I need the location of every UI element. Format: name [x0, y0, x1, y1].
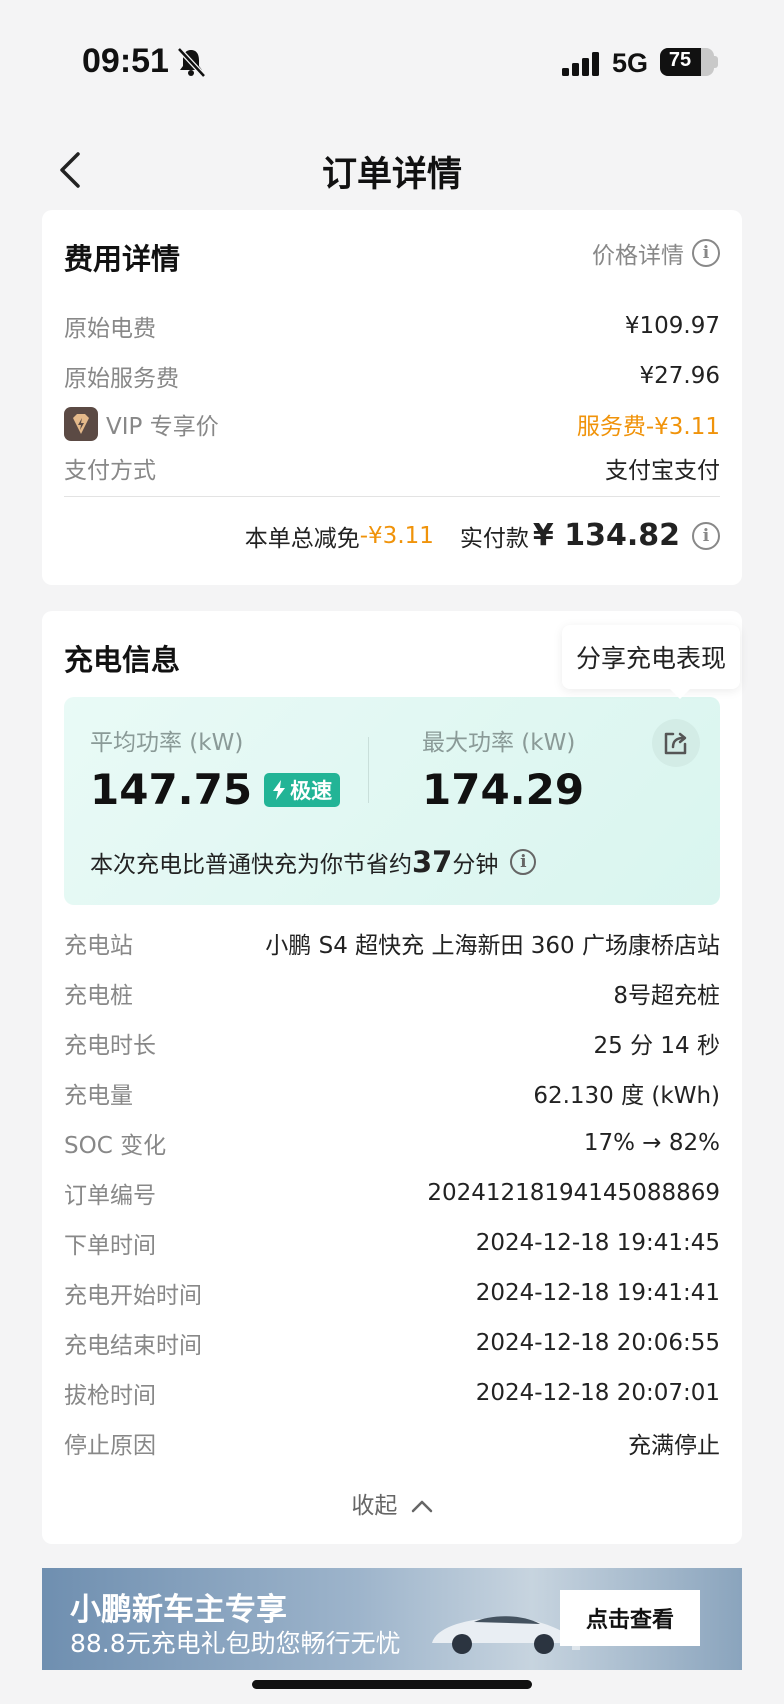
- info-row: 充电结束时间 2024-12-18 20:06:55: [64, 1325, 720, 1361]
- max-power-value: 174.29: [422, 765, 585, 814]
- info-row-label: 停止原因: [64, 1433, 156, 1459]
- info-row: 充电站 小鹏 S4 超快充 上海新田 360 广场康桥店站: [64, 925, 720, 961]
- view-button[interactable]: 点击查看: [560, 1590, 700, 1646]
- banner-subtitle: 88.8元充电礼包助您畅行无忧: [70, 1629, 401, 1658]
- total-row: 本单总减免 -¥3.11 实付款 ¥ 134.82 i: [245, 518, 720, 553]
- info-row: 充电量 62.130 度 (kWh): [64, 1075, 720, 1111]
- total-discount-label: 本单总减免: [244, 525, 360, 552]
- paid-amount: ¥ 134.82: [532, 518, 680, 553]
- fee-row-label: 支付方式: [64, 458, 156, 484]
- info-row: 下单时间 2024-12-18 19:41:45: [64, 1225, 720, 1261]
- info-row: 拔枪时间 2024-12-18 20:07:01: [64, 1375, 720, 1411]
- fee-row-value: ¥109.97: [624, 313, 720, 339]
- info-row-value: 62.130 度 (kWh): [533, 1083, 720, 1109]
- promo-banner[interactable]: 小鹏新车主专享 88.8元充电礼包助您畅行无忧 点击查看: [42, 1568, 742, 1670]
- banner-title: 小鹏新车主专享: [70, 1592, 287, 1628]
- payment-method-value: 支付宝支付: [605, 458, 720, 484]
- info-row-label: 充电站: [64, 933, 133, 959]
- avg-power: 平均功率 (kW) 147.75 极速: [90, 723, 341, 814]
- max-power-label: 最大功率 (kW): [422, 730, 576, 756]
- bell-muted-icon: [177, 47, 206, 78]
- status-time: 09:51: [82, 42, 169, 80]
- page-title: 订单详情: [321, 155, 462, 195]
- info-row-value: 2024-12-18 19:41:41: [475, 1280, 720, 1306]
- fee-row-value: ¥27.96: [639, 363, 720, 389]
- fee-details-card: 费用详情 价格详情 i 原始电费 ¥109.97 原始服务费 ¥27.96 VI…: [42, 210, 742, 585]
- fee-row-label: 原始电费: [64, 316, 156, 342]
- info-icon[interactable]: i: [510, 849, 537, 875]
- info-icon[interactable]: i: [692, 521, 720, 550]
- lightning-icon: [273, 779, 286, 800]
- info-row: 充电桩 8号超充桩: [64, 975, 720, 1011]
- divider: [64, 496, 720, 497]
- collapse-button[interactable]: 收起: [42, 1486, 742, 1520]
- vip-row: VIP 专享价 服务费-¥3.11: [64, 406, 720, 442]
- avg-power-label: 平均功率 (kW): [90, 730, 244, 756]
- info-row-value: 2024-12-18 20:06:55: [475, 1330, 720, 1356]
- share-button[interactable]: [652, 719, 700, 767]
- max-power: 最大功率 (kW) 174.29: [422, 723, 584, 814]
- info-icon: i: [692, 239, 720, 267]
- battery-icon: 75: [660, 48, 714, 76]
- info-row-label: 充电开始时间: [64, 1283, 202, 1309]
- fast-charge-tag: 极速: [264, 772, 341, 807]
- info-row-value: 充满停止: [628, 1433, 720, 1459]
- vip-discount-value: 服务费-¥3.11: [576, 414, 720, 440]
- collapse-label: 收起: [351, 1493, 398, 1519]
- charge-info-card: 充电信息 平均功率 (kW) 147.75 极速 最大功率 (kW) 174.2…: [42, 611, 742, 1544]
- price-details-link[interactable]: 价格详情 i: [592, 236, 720, 270]
- status-bar: 09:51 5G 75: [0, 0, 784, 130]
- share-tooltip: 分享充电表现: [561, 625, 740, 699]
- share-icon: [664, 732, 687, 755]
- fee-section-title: 费用详情: [64, 242, 181, 276]
- time-saved-prefix: 本次充电比普通快充为你节省约: [90, 852, 412, 878]
- payment-row: 支付方式 支付宝支付: [64, 450, 720, 486]
- info-row-value: 2024-12-18 20:07:01: [475, 1380, 720, 1406]
- fast-charge-label: 极速: [290, 778, 333, 803]
- vip-label: VIP 专享价: [106, 414, 219, 440]
- info-row-label: 拔枪时间: [64, 1383, 156, 1409]
- info-row-label: 充电量: [64, 1083, 133, 1109]
- info-row-label: 充电结束时间: [64, 1333, 202, 1359]
- home-indicator: [252, 1680, 532, 1689]
- fee-row-label: 原始服务费: [64, 366, 179, 392]
- info-row-label: 订单编号: [64, 1183, 156, 1209]
- fee-row: 原始电费 ¥109.97: [64, 308, 720, 344]
- total-discount-value: -¥3.11: [359, 522, 434, 549]
- battery-level: 75: [668, 49, 692, 71]
- avg-power-value: 147.75: [90, 765, 253, 814]
- power-summary: 平均功率 (kW) 147.75 极速 最大功率 (kW) 174.29 本次充…: [64, 697, 720, 905]
- info-row-value: 17% → 82%: [583, 1130, 720, 1156]
- info-row-label: SOC 变化: [64, 1133, 167, 1159]
- network-type: 5G: [612, 48, 649, 78]
- info-row: 停止原因 充满停止: [64, 1425, 720, 1461]
- info-row-label: 下单时间: [64, 1233, 156, 1259]
- info-row: 订单编号 20241218194145088869: [64, 1175, 720, 1211]
- info-row: SOC 变化 17% → 82%: [64, 1125, 720, 1161]
- vip-badge-icon: [64, 407, 98, 441]
- info-row: 充电开始时间 2024-12-18 19:41:41: [64, 1275, 720, 1311]
- info-row-value: 2024-12-18 19:41:45: [475, 1230, 720, 1256]
- time-saved-minutes: 37: [412, 845, 453, 879]
- divider: [368, 737, 369, 803]
- info-row-value: 25 分 14 秒: [593, 1033, 720, 1059]
- signal-icon: [562, 52, 599, 76]
- paid-label: 实付款: [459, 525, 529, 552]
- charge-section-title: 充电信息: [64, 643, 181, 677]
- time-saved-text: 本次充电比普通快充为你节省约 37 分钟 i: [90, 845, 537, 879]
- fee-row: 原始服务费 ¥27.96: [64, 358, 720, 394]
- info-row-label: 充电时长: [64, 1033, 156, 1059]
- time-saved-suffix: 分钟: [452, 852, 499, 878]
- chevron-up-icon: [411, 1500, 432, 1513]
- nav-bar: 订单详情: [0, 130, 784, 210]
- info-row-value: 8号超充桩: [613, 983, 720, 1009]
- info-row-value: 小鹏 S4 超快充 上海新田 360 广场康桥店站: [265, 933, 720, 959]
- car-image: [432, 1606, 580, 1654]
- info-row-label: 充电桩: [64, 983, 133, 1009]
- price-details-label: 价格详情: [592, 243, 684, 269]
- info-row: 充电时长 25 分 14 秒: [64, 1025, 720, 1061]
- info-row-value: 20241218194145088869: [427, 1180, 720, 1206]
